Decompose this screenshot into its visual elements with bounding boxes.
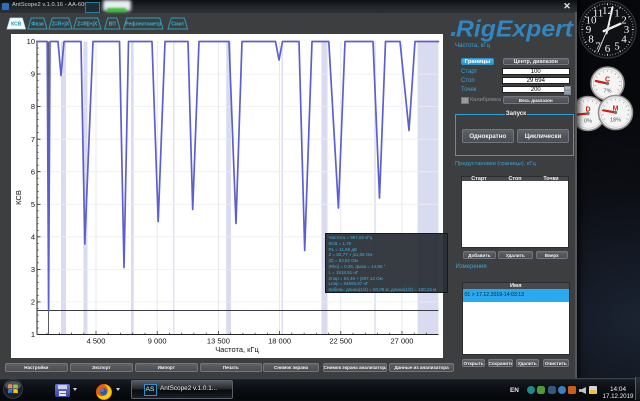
svg-text:10: 10	[27, 37, 35, 46]
svg-text:6: 6	[605, 43, 611, 55]
svg-text:22 500: 22 500	[329, 336, 352, 345]
svg-text:9 000: 9 000	[148, 336, 167, 345]
svg-text:1: 1	[614, 8, 620, 20]
svg-text:4 500: 4 500	[87, 336, 106, 345]
svg-text:9: 9	[31, 69, 35, 78]
svg-text:8: 8	[31, 102, 35, 111]
svg-text:3: 3	[31, 265, 35, 274]
svg-text:Рефлектометр: Рефлектометр	[125, 21, 161, 28]
svg-text:4: 4	[31, 232, 35, 241]
svg-text:Смит: Смит	[171, 22, 184, 28]
svg-text:6: 6	[31, 167, 35, 176]
svg-text:18 000: 18 000	[268, 336, 291, 345]
svg-text:18%: 18%	[610, 118, 621, 124]
svg-text:4: 4	[621, 34, 627, 46]
svg-text:КСВ: КСВ	[11, 22, 22, 28]
svg-text:1: 1	[31, 330, 35, 339]
svg-text:Z=R||+jX: Z=R||+jX	[77, 22, 98, 28]
svg-text:D: D	[585, 106, 590, 113]
svg-text:0%: 0%	[584, 119, 592, 125]
svg-text:5: 5	[614, 41, 620, 53]
svg-text:2: 2	[31, 297, 35, 306]
svg-text:5: 5	[31, 199, 35, 208]
svg-text:7%: 7%	[604, 89, 612, 95]
svg-text:M: M	[613, 105, 619, 112]
svg-text:Частота, кГц: Частота, кГц	[215, 345, 259, 354]
svg-text:7: 7	[31, 134, 35, 143]
svg-text:27 000: 27 000	[391, 336, 414, 345]
svg-text:C: C	[605, 76, 610, 83]
svg-text:КСВ: КСВ	[14, 190, 23, 205]
svg-text:Фаза: Фаза	[31, 22, 44, 28]
svg-text:ВП: ВП	[109, 22, 117, 28]
svg-text:Z=R+jX: Z=R+jX	[52, 22, 70, 28]
svg-text:RigExpert: RigExpert	[456, 16, 574, 42]
